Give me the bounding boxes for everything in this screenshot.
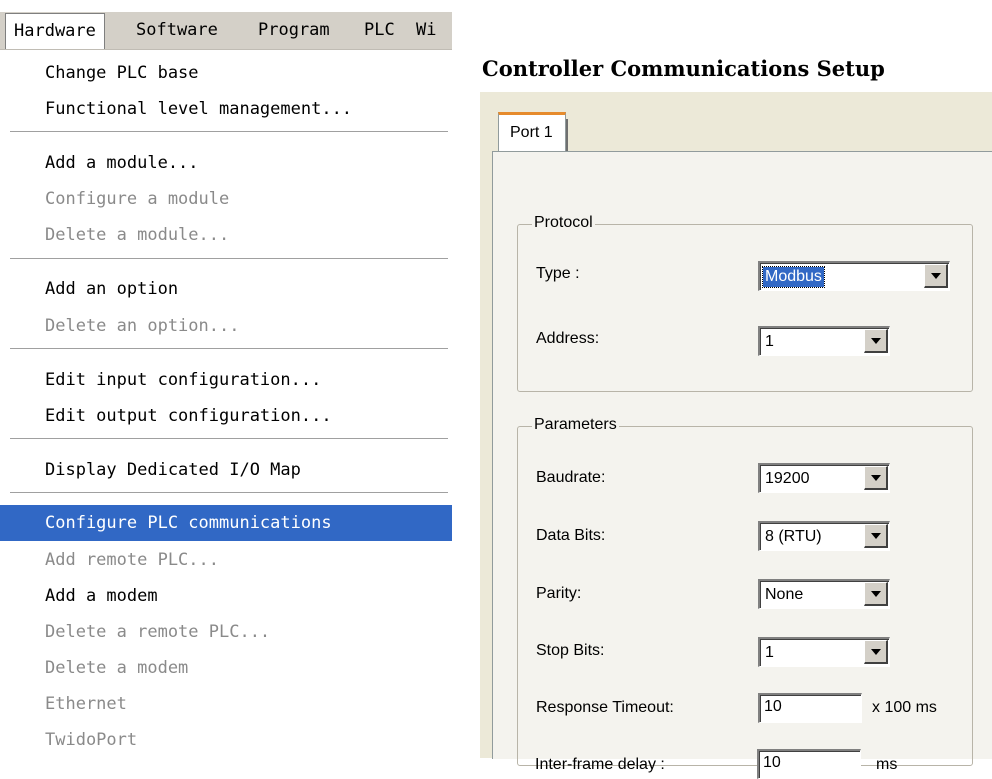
menu-change-plc-base[interactable]: Change PLC base <box>0 55 452 91</box>
chevron-down-icon[interactable] <box>864 524 888 548</box>
parameters-group: Parameters Baudrate: 19200 Data Bits: 8 … <box>517 416 973 766</box>
menu-configure-plc-communications[interactable]: Configure PLC communications <box>0 505 452 541</box>
menu-separator <box>10 492 448 494</box>
stopbits-label: Stop Bits: <box>536 642 605 659</box>
chevron-down-icon[interactable] <box>864 466 888 490</box>
parameters-group-label: Parameters <box>532 416 619 434</box>
menubar: Hardware Software Program PLC Wi <box>0 12 452 50</box>
menu-separator <box>10 438 448 440</box>
interframe-delay-unit: ms <box>876 756 898 773</box>
response-timeout-label: Response Timeout: <box>536 699 674 716</box>
baudrate-label: Baudrate: <box>536 469 606 486</box>
type-select[interactable]: Modbus <box>758 261 950 291</box>
menu-delete-option: Delete an option... <box>45 316 240 336</box>
menu-separator <box>10 131 448 133</box>
address-select-value: 1 <box>765 333 774 350</box>
menubar-hardware[interactable]: Hardware <box>5 13 105 49</box>
address-label: Address: <box>536 330 600 347</box>
chevron-down-icon[interactable] <box>864 582 888 606</box>
chevron-down-icon[interactable] <box>864 329 888 353</box>
menu-edit-output-configuration[interactable]: Edit output configuration... <box>0 398 452 434</box>
parity-label: Parity: <box>536 585 582 602</box>
databits-select[interactable]: 8 (RTU) <box>758 521 890 551</box>
chevron-down-icon[interactable] <box>924 264 948 288</box>
hardware-menu-panel: Hardware Software Program PLC Wi Change … <box>0 0 452 758</box>
menu-twidoport: TwidoPort <box>45 730 138 750</box>
menu-add-module[interactable]: Add a module... <box>0 145 452 181</box>
databits-label: Data Bits: <box>536 527 606 544</box>
menu-add-modem[interactable]: Add a modem <box>0 578 452 614</box>
protocol-group: Protocol Type : Modbus Address: 1 <box>517 214 973 392</box>
menu-delete-remote-plc: Delete a remote PLC... <box>45 622 271 642</box>
baudrate-select[interactable]: 19200 <box>758 463 890 493</box>
protocol-group-label: Protocol <box>532 214 595 232</box>
menu-separator <box>10 258 448 260</box>
menu-delete-modem: Delete a modem <box>45 658 189 678</box>
menubar-program[interactable]: Program <box>250 12 338 49</box>
chevron-down-icon[interactable] <box>864 640 888 664</box>
tab-page: Protocol Type : Modbus Address: 1 Parame… <box>492 151 992 779</box>
menu-add-remote-plc: Add remote PLC... <box>45 550 219 570</box>
menu-functional-level-management[interactable]: Functional level management... <box>0 91 452 127</box>
dialog-title: Controller Communications Setup <box>480 44 992 92</box>
menu-display-dedicated-io-map[interactable]: Display Dedicated I/O Map <box>0 452 452 488</box>
baudrate-select-value: 19200 <box>765 470 810 487</box>
stopbits-select[interactable]: 1 <box>758 637 890 667</box>
menubar-plc[interactable]: PLC <box>356 12 403 49</box>
parity-select-value: None <box>765 586 804 603</box>
tab-port-1[interactable]: Port 1 <box>498 112 568 155</box>
parity-select[interactable]: None <box>758 579 890 609</box>
menu-edit-input-configuration[interactable]: Edit input configuration... <box>0 362 452 398</box>
address-select[interactable]: 1 <box>758 326 890 356</box>
menubar-software[interactable]: Software <box>128 12 226 49</box>
menu-delete-module: Delete a module... <box>45 225 230 245</box>
type-select-value: Modbus <box>762 266 825 288</box>
menubar-window-truncated[interactable]: Wi <box>416 12 452 49</box>
menu-separator <box>10 348 448 350</box>
menu-configure-module: Configure a module <box>45 189 230 209</box>
type-label: Type : <box>536 265 580 282</box>
response-timeout-input[interactable]: 10 <box>758 693 862 723</box>
menu-add-option[interactable]: Add an option <box>0 271 452 307</box>
controller-communications-dialog: Controller Communications Setup Port 1 P… <box>480 44 992 779</box>
interframe-delay-input[interactable]: 10 <box>757 749 861 779</box>
stopbits-select-value: 1 <box>765 644 774 661</box>
menu-ethernet: Ethernet <box>45 694 127 714</box>
response-timeout-unit: x 100 ms <box>872 699 937 716</box>
interframe-delay-label: Inter-frame delay : <box>535 756 665 773</box>
databits-select-value: 8 (RTU) <box>765 528 822 545</box>
